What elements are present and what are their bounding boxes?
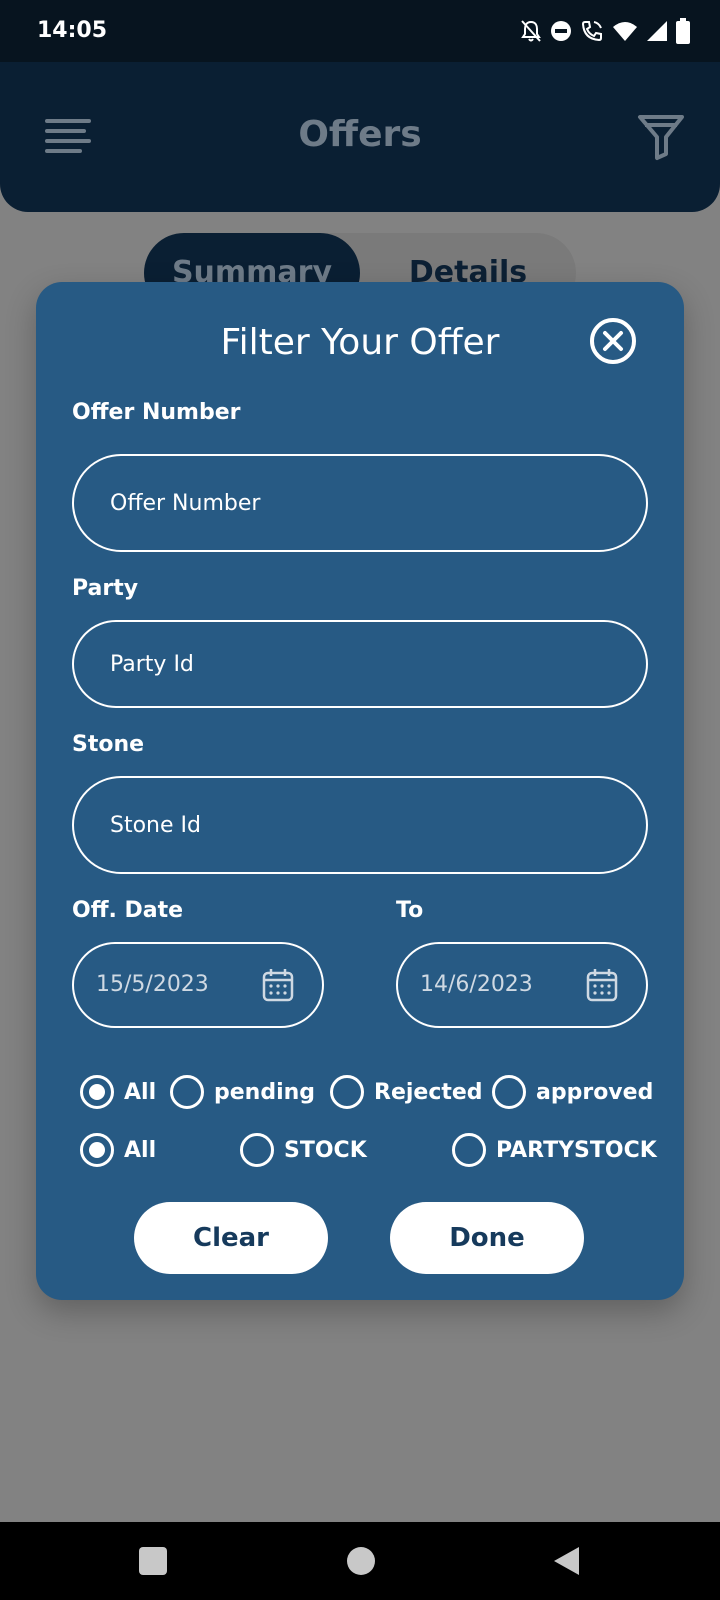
done-button[interactable]: Done [390, 1202, 584, 1274]
radio-label: approved [536, 1079, 654, 1105]
radio-label: STOCK [284, 1137, 367, 1163]
wifi-icon [613, 22, 637, 41]
to-date-value: 14/6/2023 [420, 972, 533, 997]
radio-label: Rejected [374, 1079, 483, 1105]
status-option-pending[interactable]: pending [170, 1072, 315, 1112]
offer-date-value: 15/5/2023 [96, 972, 209, 997]
stock-option-stock[interactable]: STOCK [240, 1130, 367, 1170]
offer-number-label: Offer Number [72, 400, 241, 425]
radio-label: pending [214, 1079, 316, 1105]
signal-icon [647, 21, 667, 41]
status-option-rejected[interactable]: Rejected [330, 1072, 483, 1112]
offer-number-input[interactable] [72, 454, 648, 552]
clear-button[interactable]: Clear [134, 1202, 328, 1274]
close-icon [603, 331, 623, 351]
status-radio-group: All pending Rejected approved [36, 1072, 684, 1112]
stone-label: Stone [72, 732, 145, 757]
app-header: Offers [0, 62, 720, 212]
radio-label: PARTYSTOCK [496, 1137, 657, 1163]
status-time: 14:05 [37, 18, 108, 43]
radio-unchecked-icon [452, 1133, 486, 1167]
wifi-call-icon [581, 21, 602, 42]
system-nav-bar [0, 1522, 720, 1600]
do-not-disturb-icon [551, 21, 571, 41]
status-option-all[interactable]: All [80, 1072, 156, 1112]
radio-unchecked-icon [170, 1075, 204, 1109]
party-label: Party [72, 576, 139, 601]
back-icon[interactable] [552, 1546, 580, 1576]
stone-id-input[interactable] [72, 776, 648, 874]
radio-label: All [124, 1137, 157, 1163]
radio-checked-icon [80, 1075, 114, 1109]
radio-unchecked-icon [240, 1133, 274, 1167]
notifications-off-icon [521, 20, 541, 42]
close-button[interactable] [590, 318, 636, 364]
filter-modal: Filter Your Offer Offer Number Party Sto… [36, 282, 684, 1300]
radio-label: All [124, 1079, 157, 1105]
filter-icon [638, 115, 684, 160]
filter-button[interactable] [636, 112, 686, 162]
home-icon[interactable] [347, 1547, 375, 1575]
stock-radio-group: All STOCK PARTYSTOCK [36, 1130, 684, 1170]
to-date-picker[interactable]: 14/6/2023 [396, 942, 648, 1028]
radio-checked-icon [80, 1133, 114, 1167]
status-bar: 14:05 [0, 0, 720, 62]
to-date-label: To [396, 898, 424, 923]
radio-unchecked-icon [492, 1075, 526, 1109]
battery-icon [676, 18, 690, 44]
offer-date-label: Off. Date [72, 898, 184, 923]
recents-icon[interactable] [139, 1547, 167, 1575]
status-option-approved[interactable]: approved [492, 1072, 653, 1112]
calendar-icon [262, 969, 294, 1002]
status-icons [520, 18, 690, 44]
radio-unchecked-icon [330, 1075, 364, 1109]
offer-date-picker[interactable]: 15/5/2023 [72, 942, 324, 1028]
stock-option-all[interactable]: All [80, 1130, 156, 1170]
calendar-icon [586, 969, 618, 1002]
page-title: Offers [298, 114, 422, 155]
stock-option-partystock[interactable]: PARTYSTOCK [452, 1130, 657, 1170]
modal-title: Filter Your Offer [220, 322, 500, 363]
party-id-input[interactable] [72, 620, 648, 708]
